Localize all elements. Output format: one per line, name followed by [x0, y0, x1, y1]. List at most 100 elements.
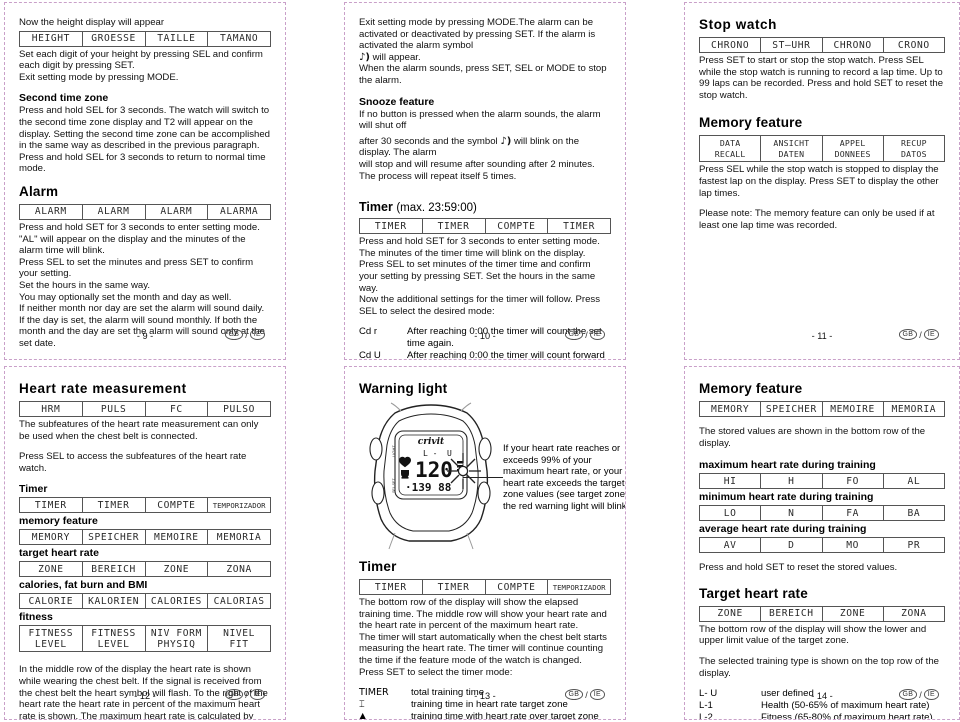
lcd-cell: BEREICH	[81, 561, 146, 578]
slash-separator: /	[585, 689, 588, 700]
lcd-cell: CALORIES	[144, 593, 209, 610]
lcd-cell: NIVEL FIT	[207, 625, 271, 653]
lcd-cell: H	[760, 473, 823, 490]
lcd-cell: MO	[821, 537, 884, 554]
ie-badge: IE	[249, 329, 265, 340]
lcd-cell: TAILLE	[144, 30, 209, 47]
lcd-cell: ZONE	[698, 605, 762, 622]
slash-separator: /	[245, 329, 248, 340]
lcd-cell: ZONE	[144, 561, 209, 578]
ie-badge: IE	[923, 689, 939, 700]
callout-leader-line	[463, 477, 503, 478]
timer-heading: Timer	[359, 559, 397, 574]
ie-badge: IE	[589, 689, 605, 700]
target-hr-text-2: The selected training type is shown on t…	[699, 655, 939, 679]
memory-lcd-table: MEMORY SPEICHER MEMOIRE MEMORIA	[19, 529, 271, 546]
lcd-cell: TEMPORIZADOR	[207, 497, 271, 514]
snooze-heading: Snooze feature	[359, 95, 435, 108]
lcd-cell: ZONA	[882, 605, 946, 622]
max-hr-label: maximum heart rate during training	[699, 459, 876, 472]
snooze-text-2a: after 30 seconds and the symbol	[359, 135, 498, 147]
lcd-cell: ALARM	[81, 203, 146, 220]
timer-heading-max: (max. 23:59:00)	[396, 202, 477, 215]
svg-text:SEL SET: SEL SET	[392, 478, 396, 493]
warning-light-heading: Warning light	[359, 381, 448, 396]
lcd-cell: CHRONO	[821, 37, 884, 53]
language-mark: GB / IE	[564, 329, 605, 340]
memory-label: memory feature	[19, 515, 98, 528]
heart-icon	[399, 456, 411, 468]
mode-key-over-zone-icon: ▲	[359, 711, 367, 720]
page-12: Heart rate measurement HRM PULS FC PULSO…	[4, 366, 286, 720]
calories-label: calories, fat burn and BMI	[19, 579, 148, 592]
memory-heading: Memory feature	[699, 381, 803, 396]
watch-brand-text: crivit	[418, 437, 445, 447]
manual-sheet: Now the height display will appear HEIGH…	[0, 0, 960, 722]
gb-badge: GB	[564, 329, 584, 340]
lcd-cell: HI	[698, 473, 762, 490]
height-instructions: Set each digit of your height by pressin…	[19, 48, 263, 83]
lcd-cell: PULSO	[207, 401, 271, 417]
lcd-cell: SPEICHER	[81, 529, 146, 546]
lcd-cell: GROESSE	[81, 30, 146, 47]
gb-badge: GB	[224, 689, 244, 700]
slash-separator: /	[585, 329, 588, 340]
lcd-cell: MEMOIRE	[821, 401, 884, 417]
lcd-cell: TIMER	[359, 218, 423, 235]
memory-text: Press SEL while the stop watch is stoppe…	[699, 164, 939, 199]
lcd-cell: HRM	[19, 401, 83, 417]
page-footer: - 10 - GB / IE	[359, 329, 611, 347]
page-14: Memory feature MEMORY SPEICHER MEMOIRE M…	[684, 366, 960, 720]
chime-intro: The hourly chime setting will now appear…	[19, 358, 271, 359]
memory-lcd-table: DATA RECALL ANSICHT DATEN APPEL DONNEES REC…	[698, 135, 946, 163]
memory-reset-text: Press and hold SET to reset the stored v…	[699, 562, 898, 574]
cup-icon	[401, 470, 409, 479]
second-timezone-heading: Second time zone	[19, 92, 109, 105]
mode-desc: After reaching 0:00 the timer will count…	[407, 350, 605, 360]
svg-text:L -: L -	[423, 449, 437, 458]
page-footer: - 12 - GB / IE	[19, 689, 271, 707]
lcd-cell: FC	[144, 401, 209, 417]
min-hr-lcd-table: LO N FA BA	[698, 505, 946, 522]
lcd-cell: N	[760, 505, 823, 522]
target-hr-lcd-table: ZONE BEREICH ZONE ZONA	[698, 605, 946, 622]
lcd-cell: MEMORY	[19, 529, 83, 546]
lcd-cell: PULS	[81, 401, 146, 417]
lcd-cell: FA	[821, 505, 884, 522]
lcd-cell: CRONO	[882, 37, 946, 53]
mode-key: Cd U	[359, 350, 381, 360]
watch-figure: crivit L - U 120 ·139 88 LIGHT SEL SET I…	[359, 401, 625, 553]
slash-separator: /	[245, 689, 248, 700]
mode-desc: training time with heart rate over targe…	[411, 711, 599, 720]
height-intro: Now the height display will appear	[19, 17, 165, 28]
lcd-cell: APPEL DONNEES	[821, 135, 884, 163]
lcd-cell: ALARMA	[207, 203, 271, 220]
alarm-heading: Alarm	[19, 183, 59, 199]
memory-note: Please note: The memory feature can only…	[699, 208, 935, 231]
lcd-cell: PR	[882, 537, 946, 554]
svg-text:LIGHT: LIGHT	[391, 445, 396, 457]
snooze-line-2: after 30 seconds and the symbol ♪) will …	[359, 136, 611, 159]
lcd-cell: TAMANO	[207, 30, 271, 47]
gb-badge: GB	[224, 329, 244, 340]
timer-lcd-table: TIMER TIMER COMPTE TEMPORIZADOR	[19, 497, 271, 514]
alarm-exit-line-2: ♪) will appear.	[359, 52, 611, 64]
avg-hr-label: average heart rate during training	[699, 523, 867, 536]
max-hr-lcd-table: HI H FO AL	[698, 473, 946, 490]
hrm-heading: Heart rate measurement	[19, 381, 187, 396]
alarm-exit-text-3: When the alarm sounds, press SET, SEL or…	[359, 63, 607, 86]
lcd-cell: LO	[698, 505, 762, 522]
language-mark: GB / IE	[224, 689, 265, 700]
hrm-text: The subfeatures of the heart rate measur…	[19, 419, 259, 442]
memory-lcd-table: MEMORY SPEICHER MEMOIRE MEMORIA	[698, 401, 946, 417]
slash-separator: /	[919, 689, 922, 700]
alarm-bell-icon: ♪)	[359, 51, 370, 63]
lcd-cell: BA	[882, 505, 946, 522]
language-mark: GB / IE	[224, 329, 265, 340]
level-desc: Fitness (65-80% of maximum heart rate)	[761, 712, 933, 720]
watch-heart-rate: 120	[415, 458, 453, 482]
hrm-lcd-table: HRM PULS FC PULSO	[19, 401, 271, 417]
language-mark: GB / IE	[898, 689, 939, 700]
lcd-cell: RECUP DATOS	[882, 135, 946, 163]
timer-instructions: Press and hold SET for 3 seconds to ente…	[359, 236, 601, 317]
